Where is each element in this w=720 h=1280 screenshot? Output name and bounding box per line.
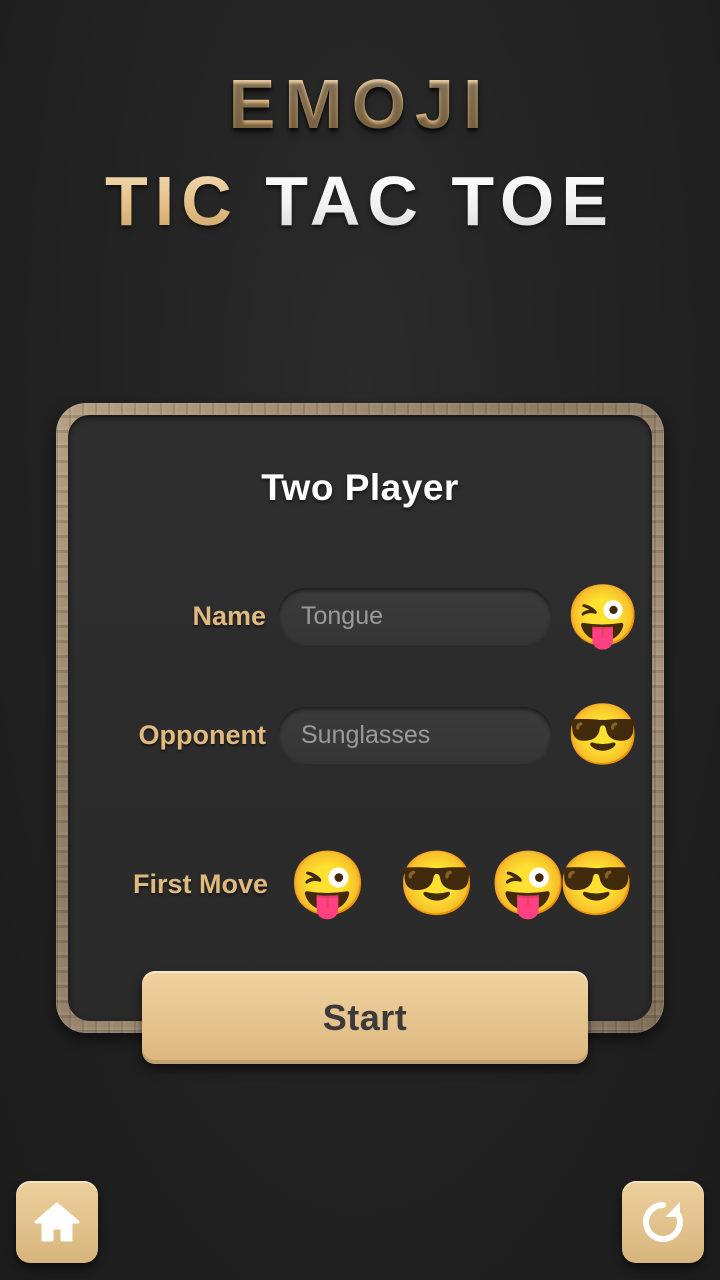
name-input[interactable]: Tongue [278,588,552,644]
first-move-option-random[interactable]: 😜 😎 [489,852,636,917]
smiling-face-with-sunglasses-icon[interactable]: 😎 [566,704,641,766]
name-label: Name [192,600,266,631]
home-button[interactable] [16,1181,98,1263]
opponent-row: Opponent Sunglasses 😎 [68,704,652,766]
name-row: Name Tongue 😜 [68,585,652,647]
opponent-avatar-picker[interactable]: 😎 [566,704,641,766]
opponent-label: Opponent [138,719,266,750]
smiling-face-with-sunglasses-icon[interactable]: 😎 [398,852,476,917]
title-word-tac: TAC [265,162,425,240]
title-word-tic: TIC [105,162,239,240]
home-icon [34,1201,80,1243]
start-button[interactable]: Start [142,971,588,1064]
opponent-input[interactable]: Sunglasses [278,707,552,763]
title-word-toe: TOE [451,162,615,240]
winking-face-with-tongue-icon[interactable]: 😜 [289,852,367,917]
title-line-emoji: EMOJI [0,62,720,146]
restart-button[interactable] [622,1181,704,1263]
panel-inner: Two Player Name Tongue 😜 Opponent Sungla… [68,415,652,1021]
game-title: EMOJI TIC TAC TOE [0,62,720,246]
first-move-row: First Move 😜 😎 😜 😎 [68,852,652,917]
panel-heading: Two Player [261,467,459,508]
title-line-tictactoe: TIC TAC TOE [0,156,720,246]
name-avatar-picker[interactable]: 😜 [566,585,641,647]
winking-face-with-tongue-icon[interactable]: 😜 [566,585,641,647]
first-move-option-tongue[interactable]: 😜 [278,852,378,917]
first-move-option-sunglasses[interactable]: 😎 [378,852,496,917]
restart-icon [640,1199,686,1245]
two-player-panel: Two Player Name Tongue 😜 Opponent Sungla… [56,403,664,1033]
smiling-face-with-sunglasses-icon[interactable]: 😎 [557,852,635,917]
winking-face-with-tongue-icon[interactable]: 😜 [489,852,567,917]
first-move-label: First Move [132,868,268,899]
first-move-options: 😜 😎 😜 😎 [278,852,636,917]
